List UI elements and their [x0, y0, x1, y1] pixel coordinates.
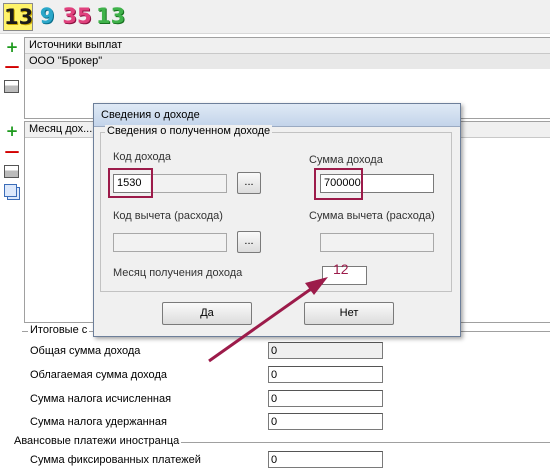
deduction-code-browse-button[interactable]: ... [237, 231, 261, 253]
income-code-highlight [108, 168, 153, 198]
toolbar: 13 9 35 13 [0, 0, 550, 34]
toolbar-button-label: 13 [4, 5, 34, 29]
yes-button[interactable]: Да [162, 302, 252, 325]
group-title: Сведения о полученном доходе [105, 125, 273, 137]
fixed-payments-label: Сумма фиксированных платежей [30, 454, 201, 466]
list-item[interactable]: ООО "Брокер" [25, 54, 550, 69]
income-amount-label: Сумма дохода [309, 154, 383, 166]
tax-calculated-field[interactable]: 0 [268, 390, 383, 407]
total-income-label: Общая сумма дохода [30, 345, 141, 357]
plus-icon[interactable]: + [4, 123, 20, 139]
income-dialog: Сведения о доходе Сведения о полученном … [93, 103, 461, 337]
tax-withheld-field[interactable]: 0 [268, 413, 383, 430]
toolbar-button-13-yellow[interactable]: 13 [3, 3, 33, 31]
minus-icon[interactable]: — [4, 58, 20, 74]
income-amount-highlight [314, 168, 363, 200]
dialog-title[interactable]: Сведения о доходе [94, 104, 460, 127]
minus-icon[interactable]: — [4, 143, 20, 159]
income-code-label: Код дохода [113, 151, 171, 163]
income-code-description [150, 174, 227, 193]
toolbar-button-label: 35 [62, 4, 92, 28]
advance-section-title: Авансовые платежи иностранца [12, 435, 182, 447]
annotation-label: 12 [333, 261, 349, 277]
tax-withheld-label: Сумма налога удержанная [30, 416, 167, 428]
toolbar-button-label: 13 [96, 4, 126, 28]
plus-icon[interactable]: + [4, 39, 20, 55]
total-income-field: 0 [268, 342, 383, 359]
tax-calculated-label: Сумма налога исчисленная [30, 393, 172, 405]
sources-list-header: Источники выплат [25, 38, 550, 54]
copy-icon[interactable] [4, 184, 20, 200]
fixed-payments-field[interactable]: 0 [268, 451, 383, 468]
toolbar-button-9[interactable]: 9 [38, 3, 56, 29]
deduction-code-label: Код вычета (расхода) [113, 210, 223, 222]
no-button[interactable]: Нет [304, 302, 394, 325]
properties-icon[interactable] [4, 80, 20, 96]
toolbar-button-35[interactable]: 35 [62, 3, 92, 29]
taxable-income-field[interactable]: 0 [268, 366, 383, 383]
properties-icon[interactable] [4, 165, 20, 181]
toolbar-button-13-green[interactable]: 13 [96, 3, 125, 29]
taxable-income-label: Облагаемая сумма дохода [30, 369, 167, 381]
toolbar-button-label: 9 [39, 4, 55, 28]
deduction-amount-label: Сумма вычета (расхода) [309, 210, 435, 222]
income-code-browse-button[interactable]: ... [237, 172, 261, 194]
income-month-label: Месяц получения дохода [113, 267, 243, 279]
deduction-code-field [113, 233, 227, 252]
summary-section-title: Итоговые с [28, 324, 90, 336]
deduction-amount-field [320, 233, 434, 252]
